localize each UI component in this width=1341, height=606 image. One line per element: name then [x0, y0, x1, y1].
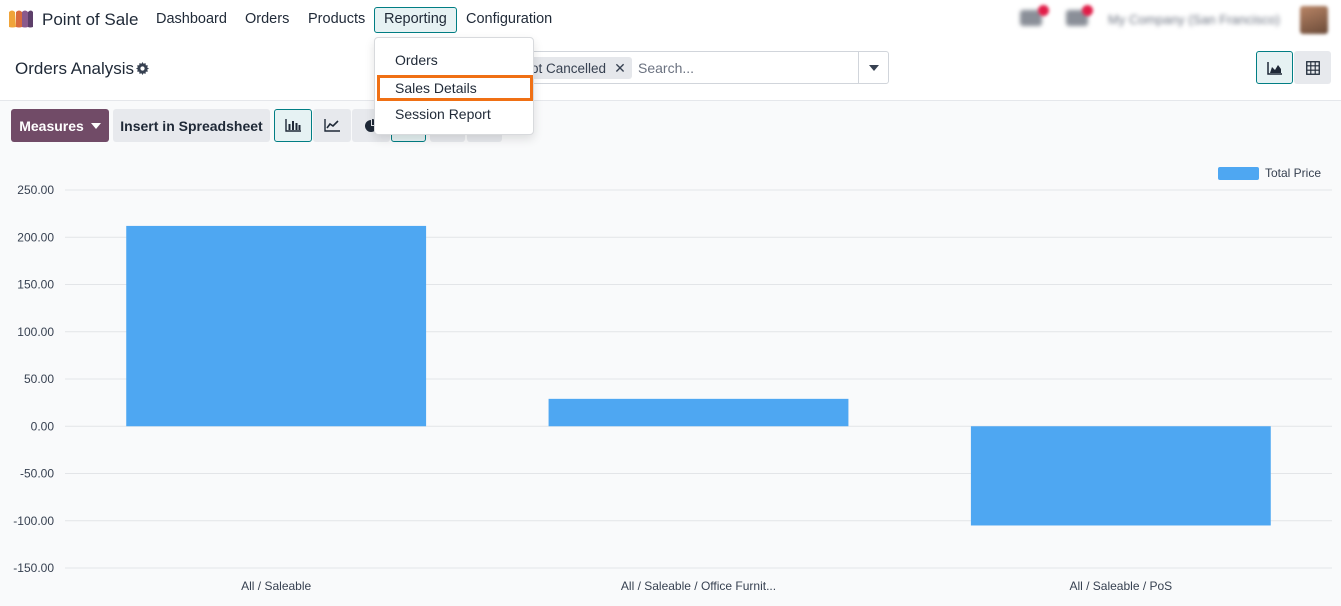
insert-spreadsheet-button[interactable]: Insert in Spreadsheet [113, 109, 270, 142]
x-tick-label: All / Saleable / Office Furnit... [621, 579, 776, 593]
caret-down-icon [90, 122, 101, 129]
menu-reporting[interactable]: Reporting [374, 7, 457, 33]
area-chart-icon [1266, 61, 1282, 75]
y-tick-label: -50.00 [20, 467, 54, 481]
menu-configuration[interactable]: Configuration [466, 7, 552, 33]
top-navbar: Point of Sale Dashboard Orders Products … [0, 0, 1341, 40]
search-facet[interactable]: ot Cancelled ✕ [519, 57, 632, 79]
line-chart-icon [324, 119, 340, 132]
search-options-toggle[interactable] [858, 52, 888, 83]
close-icon[interactable]: ✕ [614, 60, 626, 76]
control-panel: Orders Analysis ot Cancelled ✕ [0, 40, 1341, 101]
gear-icon[interactable] [136, 62, 149, 75]
search-input[interactable] [638, 58, 858, 78]
bar-chart-icon [285, 119, 301, 132]
reporting-dropdown: Orders Sales Details Session Report [374, 37, 534, 135]
company-switcher[interactable]: My Company (San Francisco) [1108, 12, 1280, 27]
menu-orders[interactable]: Orders [245, 7, 289, 33]
dropdown-item-session-report[interactable]: Session Report [375, 102, 533, 126]
app-name[interactable]: Point of Sale [42, 10, 138, 30]
view-pivot-button[interactable] [1294, 51, 1331, 84]
pos-icon[interactable] [8, 9, 34, 29]
bar-chart: 250.00 200.00 150.00 100.00 50.00 0.00 -50.00 -… [13, 183, 1332, 593]
activity-badge [1038, 5, 1049, 16]
avatar[interactable] [1300, 6, 1328, 34]
y-tick-label: 150.00 [17, 278, 54, 292]
view-graph-button[interactable] [1256, 51, 1293, 84]
y-tick-label: -150.00 [13, 561, 54, 575]
dropdown-item-sales-details[interactable]: Sales Details [377, 75, 533, 101]
x-tick-label: All / Saleable / PoS [1069, 579, 1172, 593]
discuss-badge [1082, 5, 1093, 16]
line-chart-button[interactable] [313, 109, 351, 142]
caret-down-icon [868, 64, 879, 71]
bar-chart-button[interactable] [274, 109, 312, 142]
bar[interactable] [970, 426, 1271, 526]
y-tick-label: 50.00 [24, 372, 54, 386]
search-bar[interactable]: ot Cancelled ✕ [512, 51, 889, 84]
y-tick-label: 250.00 [17, 183, 54, 197]
bar[interactable] [548, 398, 849, 427]
measures-button[interactable]: Measures [11, 109, 109, 142]
dropdown-item-orders[interactable]: Orders [375, 48, 533, 72]
y-tick-label: 100.00 [17, 325, 54, 339]
facet-label: ot Cancelled [531, 61, 607, 76]
bar[interactable] [126, 225, 427, 427]
y-tick-label: 0.00 [31, 419, 55, 433]
menu-dashboard[interactable]: Dashboard [156, 7, 227, 33]
menu-products[interactable]: Products [308, 7, 365, 33]
y-tick-label: -100.00 [13, 514, 54, 528]
x-tick-label: All / Saleable [241, 579, 311, 593]
page-title: Orders Analysis [15, 59, 135, 78]
measures-label: Measures [19, 117, 84, 134]
table-icon [1305, 60, 1320, 75]
y-tick-label: 200.00 [17, 230, 54, 244]
